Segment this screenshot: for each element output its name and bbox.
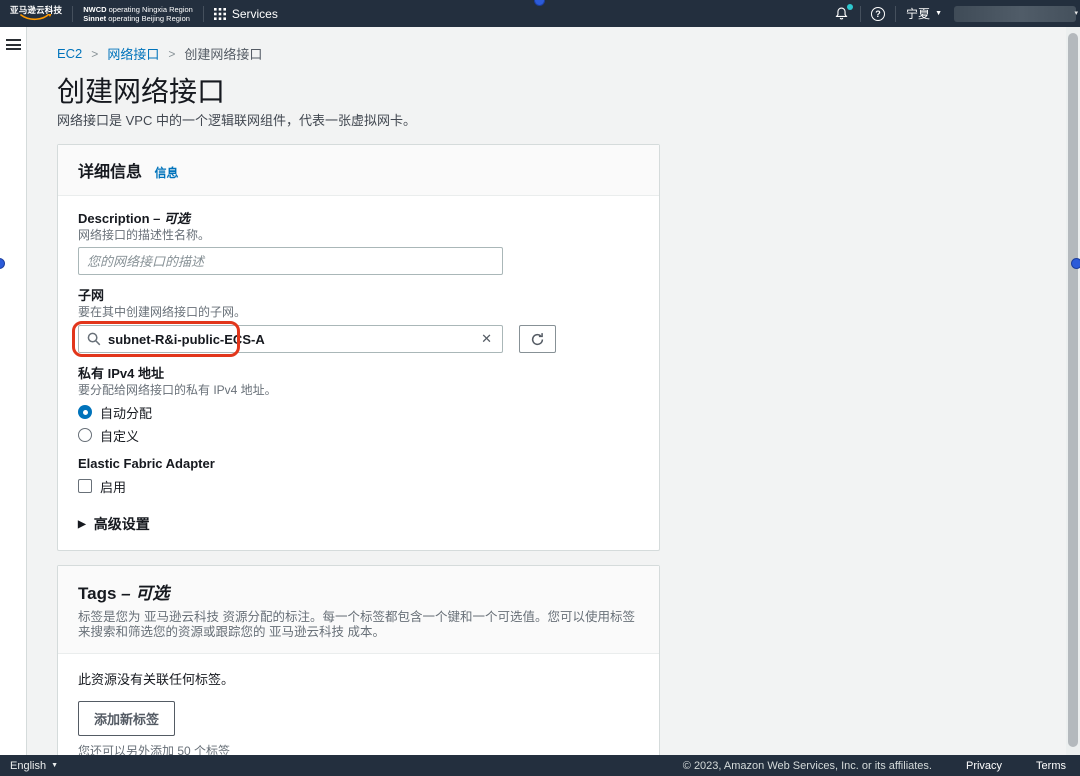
aws-smile-icon (20, 14, 52, 21)
breadcrumb-separator: > (91, 46, 99, 61)
tags-card: Tags – 可选 标签是您为 亚马逊云科技 资源分配的标注。每一个标签都包含一… (57, 565, 660, 755)
radio-selected-icon[interactable] (78, 405, 92, 419)
details-card-title: 详细信息 (78, 164, 143, 181)
checkbox-unchecked-icon[interactable] (78, 479, 92, 493)
notification-badge-dot (847, 3, 854, 10)
aws-china-logo[interactable]: 亚马逊云科技 (10, 6, 62, 22)
divider (72, 5, 74, 22)
radio-unselected-icon[interactable] (78, 428, 92, 442)
info-link[interactable]: 信息 (154, 166, 178, 180)
refresh-icon (531, 332, 544, 345)
efa-field: Elastic Fabric Adapter 启用 (78, 456, 639, 495)
details-card-header: 详细信息 信息 (58, 145, 659, 196)
terms-link[interactable]: Terms (1036, 760, 1066, 772)
description-field: Description – 可选 网络接口的描述性名称。 (78, 211, 639, 275)
caret-down-icon: ▼ (51, 762, 59, 769)
breadcrumb-current: 创建网络接口 (184, 47, 263, 62)
divider (860, 5, 862, 22)
privacy-link[interactable]: Privacy (966, 760, 1002, 772)
tags-remaining-text: 您还可以另外添加 50 个标签 (78, 744, 231, 755)
notifications-button[interactable] (834, 3, 854, 22)
efa-label: Elastic Fabric Adapter (78, 456, 215, 471)
services-label: Services (231, 6, 278, 21)
efa-enable-label: 启用 (100, 479, 127, 495)
services-menu-button[interactable]: Services (213, 6, 278, 21)
breadcrumb: EC2 > 网络接口 > 创建网络接口 (57, 44, 1066, 63)
description-help: 网络接口的描述性名称。 (78, 228, 211, 242)
logo-text: 亚马逊云科技 (10, 4, 63, 15)
divider (202, 5, 204, 22)
add-tag-button[interactable]: 添加新标签 (78, 701, 176, 736)
efa-enable-option[interactable]: 启用 (78, 478, 639, 495)
search-icon (87, 332, 101, 346)
page-title: 创建网络接口 (57, 76, 226, 107)
tags-empty-text: 此资源没有关联任何标签。 (78, 672, 235, 687)
tags-card-title: Tags – 可选 (78, 584, 170, 603)
breadcrumb-separator: > (168, 46, 176, 61)
radio-option-auto-assign[interactable]: 自动分配 (78, 404, 639, 421)
operator-regions-text: NWCD operating Ningxia Region Sinnet ope… (83, 4, 193, 23)
language-label: English (10, 759, 47, 772)
divider (895, 5, 897, 22)
main-content: EC2 > 网络接口 > 创建网络接口 创建网络接口 网络接口是 VPC 中的一… (27, 27, 1066, 755)
advanced-settings-label: 高级设置 (93, 516, 150, 532)
subnet-search-input[interactable] (108, 331, 480, 347)
page-subtitle: 网络接口是 VPC 中的一个逻辑联网组件，代表一张虚拟网卡。 (57, 113, 416, 128)
subnet-help: 要在其中创建网络接口的子网。 (78, 305, 247, 319)
description-input[interactable] (78, 247, 503, 275)
private-ipv4-field: 私有 IPv4 地址 要分配给网络接口的私有 IPv4 地址。 自动分配 自定义 (78, 366, 639, 444)
radio-custom-label: 自定义 (100, 428, 140, 444)
caret-down-icon: ▾ (1074, 9, 1078, 17)
breadcrumb-link-ec2[interactable]: EC2 (57, 46, 82, 61)
clear-input-icon[interactable]: ✕ (479, 331, 494, 347)
private-ipv4-label: 私有 IPv4 地址 (78, 366, 164, 381)
top-navigation-bar: 亚马逊云科技 NWCD operating Ningxia Region Sin… (0, 0, 1080, 27)
breadcrumb-link-network-interfaces[interactable]: 网络接口 (107, 44, 159, 63)
vertical-scrollbar[interactable] (1066, 27, 1080, 755)
description-label: Description – 可选 (78, 211, 190, 226)
subnet-label: 子网 (78, 288, 105, 303)
tags-card-description: 标签是您为 亚马逊云科技 资源分配的标注。每一个标签都包含一个键和一个可选值。您… (78, 610, 635, 639)
scrollbar-thumb[interactable] (1068, 33, 1078, 747)
triangle-right-icon: ▶ (78, 518, 86, 530)
help-icon: ? (875, 8, 881, 19)
tags-card-header: Tags – 可选 标签是您为 亚马逊云科技 资源分配的标注。每一个标签都包含一… (58, 566, 659, 654)
radio-option-custom[interactable]: 自定义 (78, 427, 639, 444)
copyright-text: © 2023, Amazon Web Services, Inc. or its… (682, 759, 932, 772)
radio-auto-assign-label: 自动分配 (100, 405, 153, 421)
advanced-settings-expander[interactable]: ▶ 高级设置 (78, 514, 639, 534)
help-button[interactable]: ? (871, 6, 886, 21)
subnet-search-box[interactable]: ✕ (78, 325, 503, 353)
caret-down-icon: ▼ (935, 10, 942, 17)
account-menu-redacted[interactable]: ▾ (954, 5, 1078, 22)
page-footer: English ▼ © 2023, Amazon Web Services, I… (0, 755, 1080, 776)
services-grid-icon (213, 7, 226, 20)
details-card: 详细信息 信息 Description – 可选 网络接口的描述性名称。 子网 … (57, 144, 660, 551)
refresh-button[interactable] (519, 325, 556, 353)
region-selector[interactable]: 宁夏 ▼ (906, 5, 942, 22)
language-selector[interactable]: English ▼ (10, 760, 58, 772)
subnet-field: 子网 要在其中创建网络接口的子网。 ✕ (72, 288, 639, 357)
side-rail (0, 27, 27, 755)
hamburger-menu-icon[interactable] (5, 39, 21, 50)
private-ipv4-help: 要分配给网络接口的私有 IPv4 地址。 (78, 383, 277, 397)
region-label: 宁夏 (906, 7, 931, 21)
